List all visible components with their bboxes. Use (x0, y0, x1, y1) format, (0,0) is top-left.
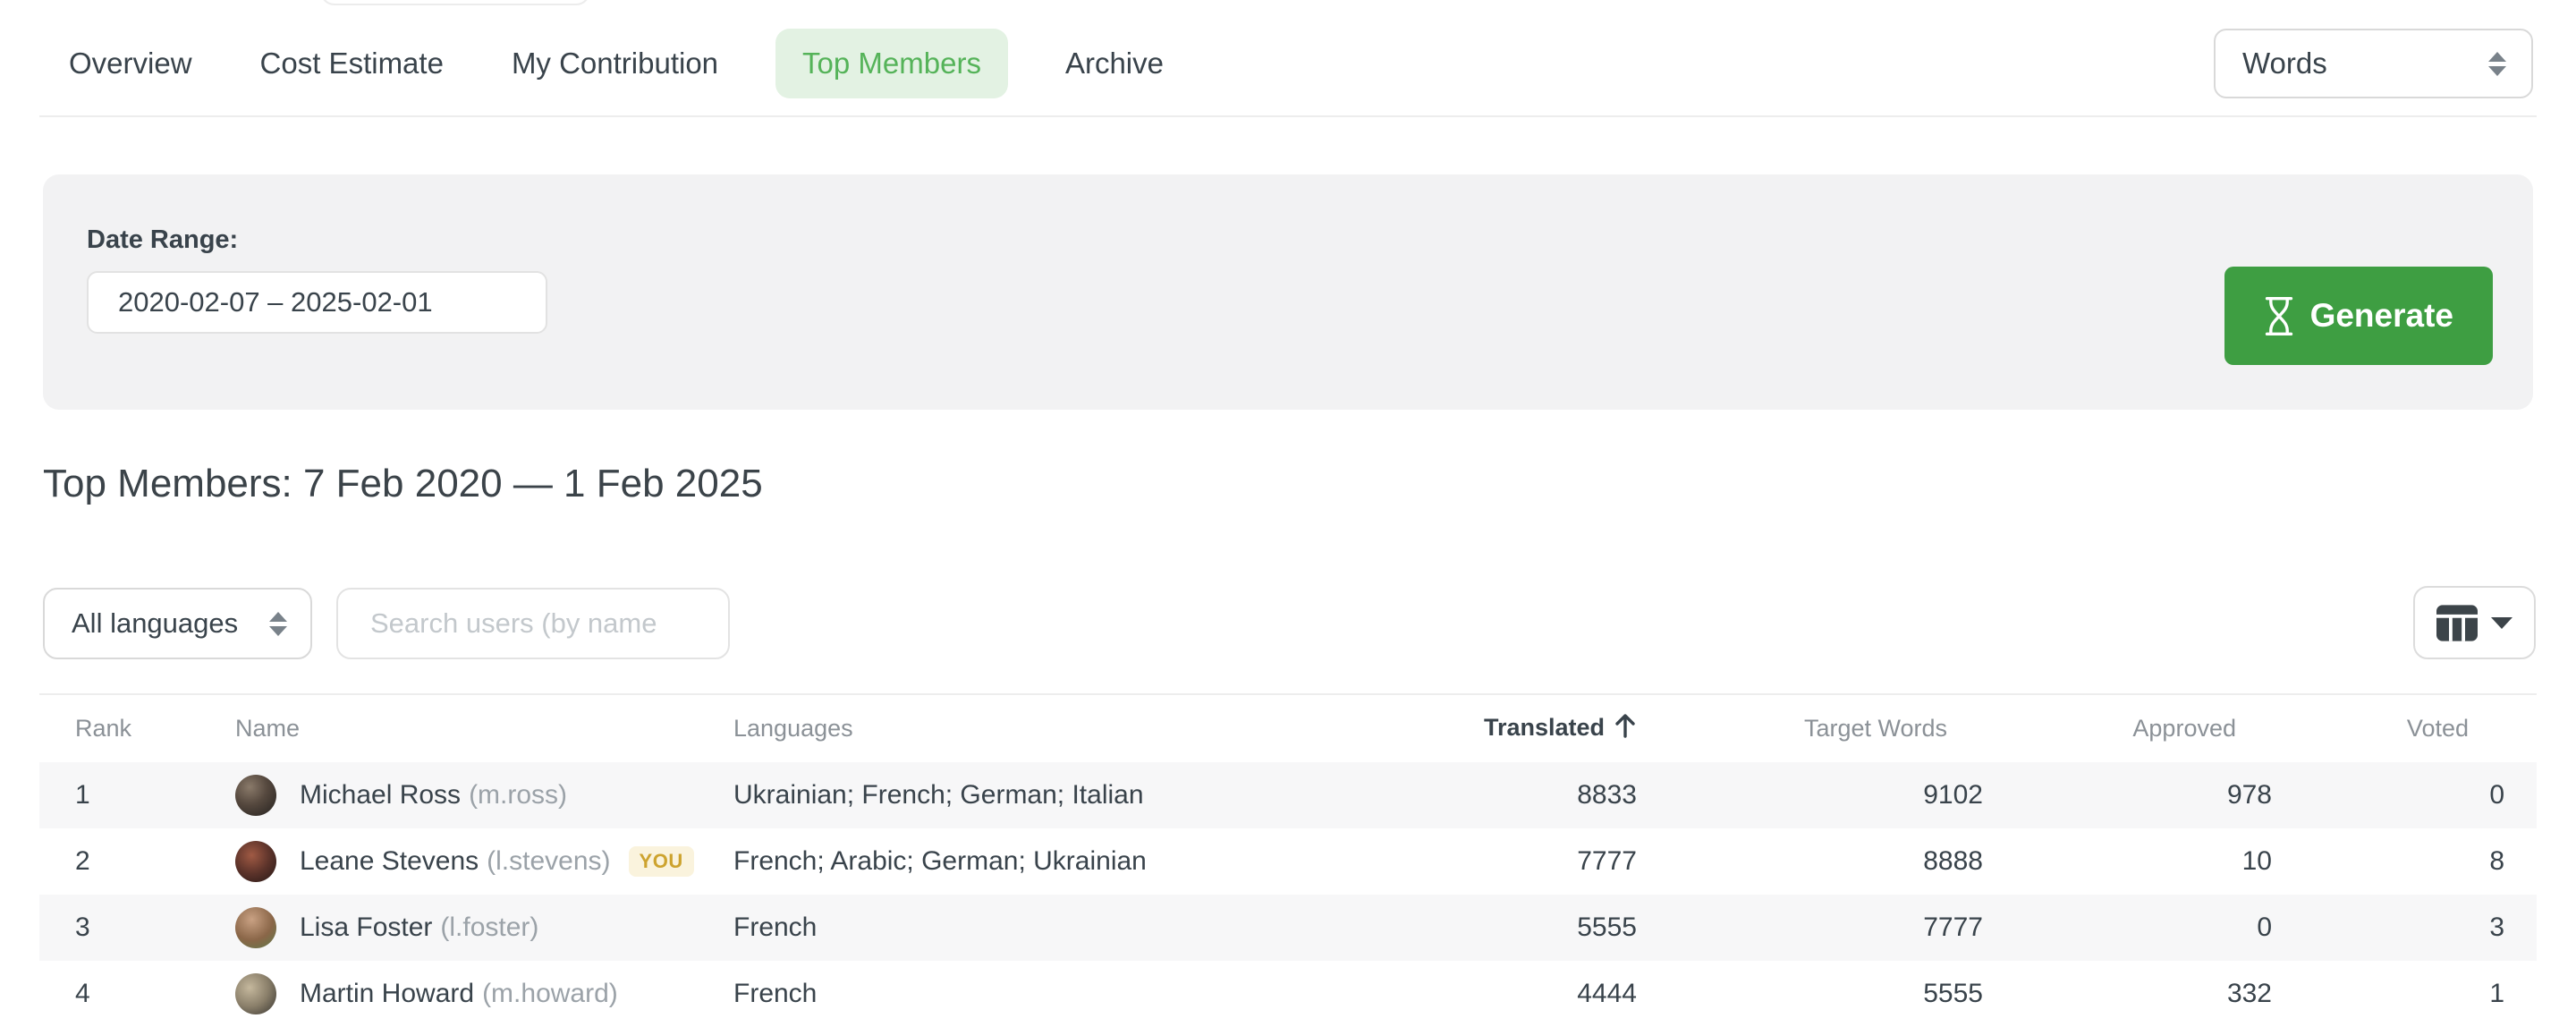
voted-cell: 8 (2272, 846, 2537, 877)
rank-cell: 3 (39, 912, 235, 943)
target-words-cell: 5555 (1637, 979, 1983, 1009)
member-name: Michael Ross (300, 780, 461, 811)
you-badge: YOU (629, 846, 694, 877)
column-header-target-words[interactable]: Target Words (1637, 715, 1983, 743)
table-row: 2 Leane Stevens (l.stevens) YOU French; … (39, 828, 2537, 895)
approved-cell: 332 (1983, 979, 2272, 1009)
member-username: (l.stevens) (487, 846, 610, 877)
tab-cost-estimate[interactable]: Cost Estimate (260, 47, 444, 81)
languages-cell: French (733, 912, 1297, 943)
member-username: (m.howard) (482, 979, 618, 1009)
target-words-cell: 8888 (1637, 846, 1983, 877)
languages-cell: French (733, 979, 1297, 1009)
approved-cell: 978 (1983, 780, 2272, 811)
voted-cell: 1 (2272, 979, 2537, 1009)
column-header-translated-label: Translated (1484, 714, 1605, 741)
table-row: 3 Lisa Foster (l.foster) French 5555 777… (39, 895, 2537, 961)
rank-cell: 4 (39, 979, 235, 1009)
date-range-label: Date Range: (87, 225, 238, 255)
translated-cell: 8833 (1297, 780, 1637, 811)
member-name: Martin Howard (300, 979, 474, 1009)
table-header-row: Rank Name Languages Translated Target Wo… (39, 695, 2537, 762)
tab-archive[interactable]: Archive (1065, 47, 1164, 81)
approved-cell: 10 (1983, 846, 2272, 877)
column-header-name[interactable]: Name (235, 715, 733, 743)
translated-cell: 7777 (1297, 846, 1637, 877)
translated-cell: 5555 (1297, 912, 1637, 943)
page-title: Top Members: 7 Feb 2020 — 1 Feb 2025 (43, 462, 763, 506)
generate-button[interactable]: Generate (2224, 267, 2493, 365)
approved-cell: 0 (1983, 912, 2272, 943)
avatar (235, 907, 276, 948)
name-cell: Michael Ross (m.ross) (235, 775, 733, 816)
select-updown-icon (269, 612, 287, 636)
language-filter-value: All languages (72, 607, 238, 640)
language-filter-select[interactable]: All languages (43, 588, 312, 659)
tabs-divider (39, 115, 2537, 117)
languages-cell: Ukrainian; French; German; Italian (733, 780, 1297, 811)
target-words-cell: 9102 (1637, 780, 1983, 811)
tab-my-contribution[interactable]: My Contribution (512, 47, 718, 81)
column-header-languages[interactable]: Languages (733, 715, 1297, 743)
column-header-rank[interactable]: Rank (39, 715, 235, 743)
report-generator-panel: Date Range: Generate (43, 174, 2533, 410)
sort-ascending-icon (1614, 713, 1637, 744)
search-users-input[interactable] (336, 588, 730, 659)
target-words-cell: 7777 (1637, 912, 1983, 943)
hourglass-icon (2264, 295, 2294, 337)
avatar (235, 775, 276, 816)
tab-top-members[interactable]: Top Members (775, 29, 1008, 98)
rank-cell: 2 (39, 846, 235, 877)
column-header-voted[interactable]: Voted (2272, 715, 2537, 743)
top-members-table: Rank Name Languages Translated Target Wo… (39, 693, 2537, 1027)
table-columns-icon (2436, 605, 2478, 641)
chevron-down-icon (2491, 617, 2512, 629)
name-cell: Lisa Foster (l.foster) (235, 907, 733, 948)
table-columns-button[interactable] (2413, 586, 2536, 659)
table-row: 4 Martin Howard (m.howard) French 4444 5… (39, 961, 2537, 1027)
translated-cell: 4444 (1297, 979, 1637, 1009)
avatar (235, 841, 276, 882)
voted-cell: 3 (2272, 912, 2537, 943)
generate-button-label: Generate (2310, 297, 2453, 335)
column-header-translated-sorted[interactable]: Translated (1297, 713, 1637, 744)
voted-cell: 0 (2272, 780, 2537, 811)
unit-select[interactable]: Words (2214, 29, 2533, 98)
name-cell: Martin Howard (m.howard) (235, 973, 733, 1014)
member-username: (l.foster) (440, 912, 538, 943)
unit-select-value: Words (2242, 47, 2327, 81)
member-name: Lisa Foster (300, 912, 432, 943)
member-username: (m.ross) (469, 780, 567, 811)
column-header-approved[interactable]: Approved (1983, 715, 2272, 743)
table-row: 1 Michael Ross (m.ross) Ukrainian; Frenc… (39, 762, 2537, 828)
languages-cell: French; Arabic; German; Ukrainian (733, 846, 1297, 877)
rank-cell: 1 (39, 780, 235, 811)
report-tabs: Overview Cost Estimate My Contribution T… (69, 29, 1164, 98)
select-updown-icon (2488, 52, 2506, 76)
member-name: Leane Stevens (300, 846, 479, 877)
clipped-element-above (320, 0, 590, 5)
date-range-input[interactable] (87, 271, 547, 334)
name-cell: Leane Stevens (l.stevens) YOU (235, 841, 733, 882)
avatar (235, 973, 276, 1014)
tab-overview[interactable]: Overview (69, 47, 192, 81)
